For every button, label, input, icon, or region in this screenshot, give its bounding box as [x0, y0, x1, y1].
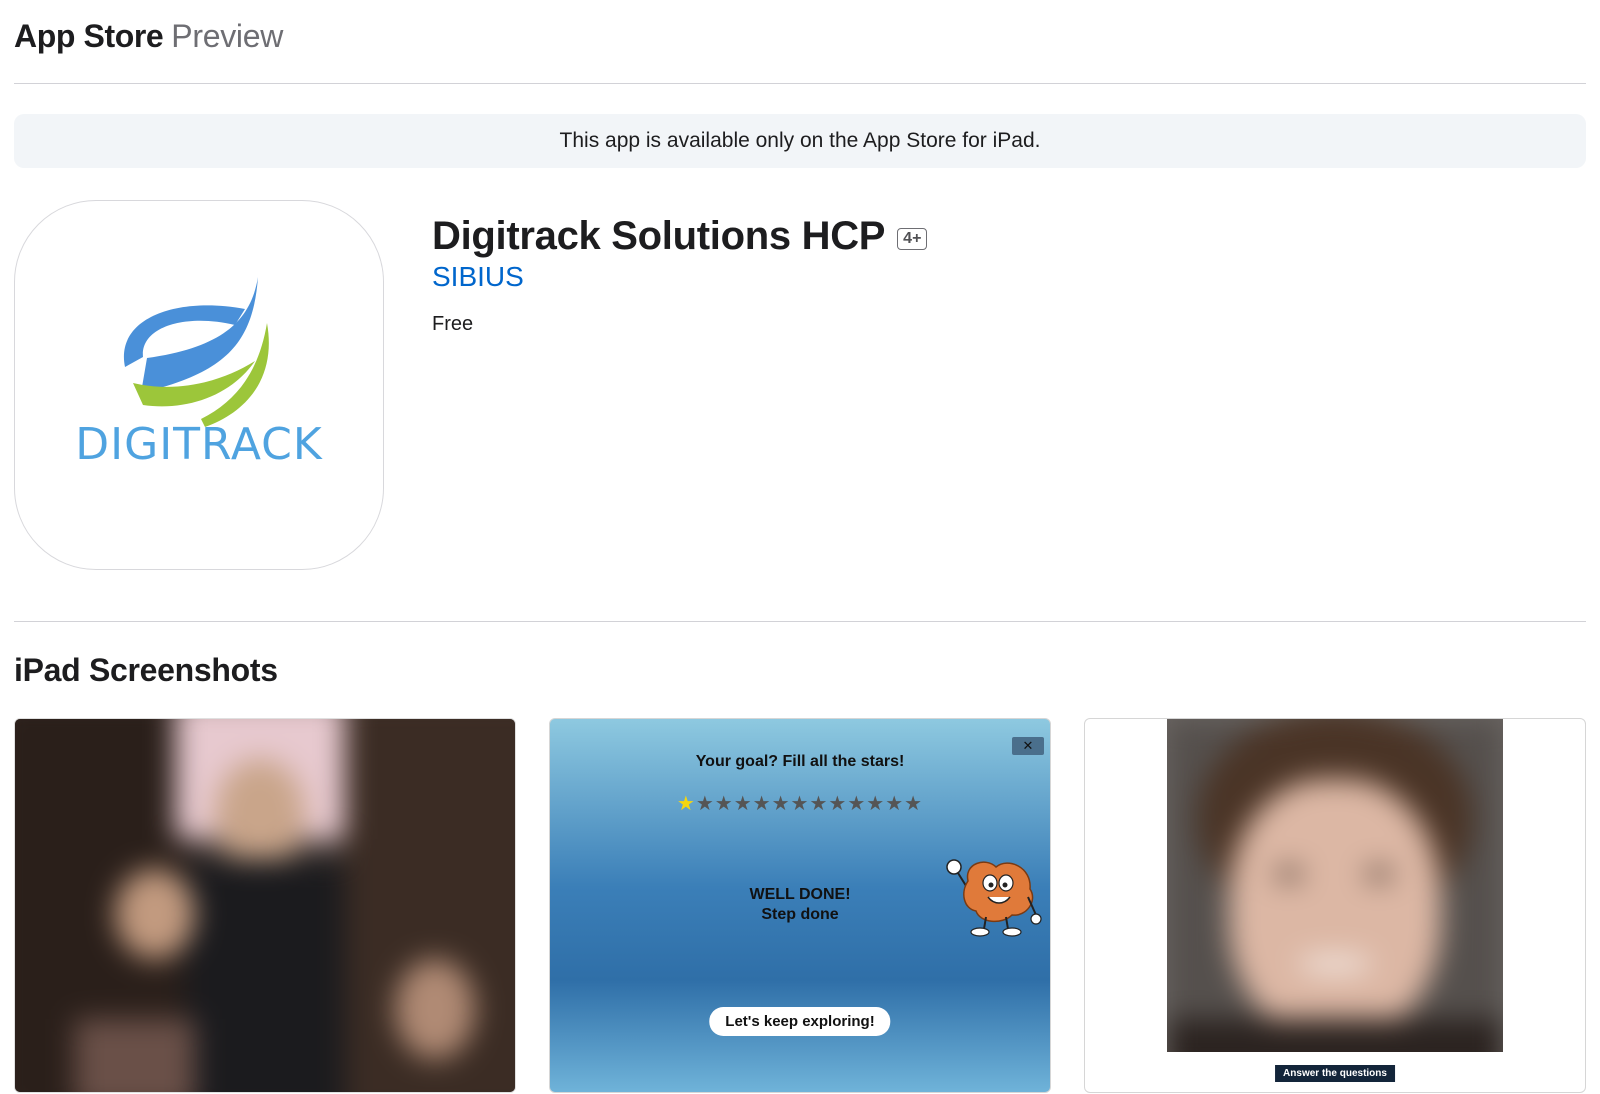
star-icon: ★	[828, 793, 848, 815]
star-icon: ★	[676, 793, 696, 815]
app-icon: DIGITRACK	[14, 200, 384, 570]
header-divider	[14, 83, 1586, 84]
screenshots-heading: iPad Screenshots	[14, 652, 278, 688]
star-icon: ★	[809, 793, 829, 815]
store-brand[interactable]: App Store	[14, 18, 164, 55]
brain-mascot-icon	[946, 859, 1042, 937]
star-icon: ★	[847, 793, 867, 815]
star-icon: ★	[695, 793, 715, 815]
store-header: App Store Preview	[14, 18, 283, 66]
age-rating-badge: 4+	[897, 227, 928, 250]
star-icon: ★	[733, 793, 753, 815]
keep-exploring-button: Let's keep exploring!	[709, 1007, 891, 1036]
face-photo	[1167, 719, 1503, 1052]
screenshot-1[interactable]	[14, 718, 516, 1093]
star-icon: ★	[904, 793, 924, 815]
star-icon: ★	[790, 793, 810, 815]
title-row: Digitrack Solutions HCP 4+	[432, 214, 928, 259]
icon-wordmark: DIGITRACK	[75, 419, 323, 470]
star-icon: ★	[714, 793, 734, 815]
star-icon: ★	[885, 793, 905, 815]
price-label: Free	[432, 313, 474, 335]
store-subtitle: Preview	[171, 18, 284, 54]
section-divider	[14, 621, 1586, 622]
availability-banner: This app is available only on the App St…	[14, 114, 1586, 168]
app-title: Digitrack Solutions HCP	[432, 214, 886, 258]
star-icon: ★	[752, 793, 772, 815]
availability-text: This app is available only on the App St…	[559, 129, 1041, 152]
star-progress: ★★★★★★★★★★★★★	[550, 791, 1050, 816]
digitrack-logo-icon	[123, 277, 269, 427]
star-icon: ★	[771, 793, 791, 815]
star-icon: ★	[866, 793, 886, 815]
app-info: Digitrack Solutions HCP 4+ SIBIUS Free	[432, 214, 928, 336]
developer-link[interactable]: SIBIUS	[432, 261, 927, 293]
screenshot-2[interactable]: ✕ Your goal? Fill all the stars! ★★★★★★★…	[549, 718, 1051, 1093]
crowd-photo	[15, 719, 515, 1092]
screenshot-3[interactable]: Answer the questions	[1084, 718, 1586, 1093]
answer-caption: Answer the questions	[1275, 1065, 1395, 1082]
goal-text: Your goal? Fill all the stars!	[695, 753, 905, 770]
